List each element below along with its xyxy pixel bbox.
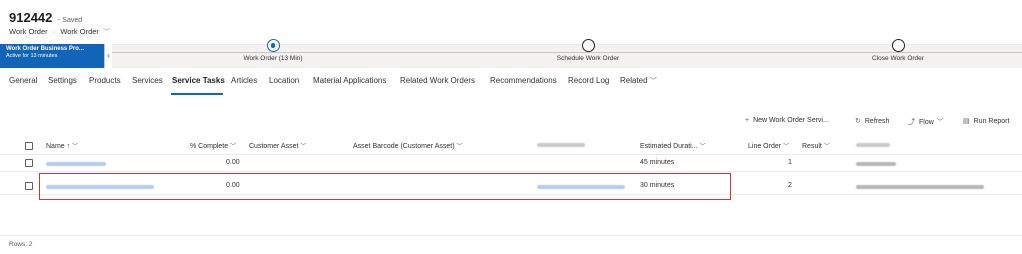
redacted-text [46, 162, 106, 166]
chevron-down-icon: ﹀ [230, 144, 237, 150]
column-label: Name ↑ [46, 143, 71, 150]
stage-label: Work Order (13 Min) [243, 55, 303, 62]
line-order-cell: 1 [788, 159, 792, 166]
column-header-result[interactable]: Result ﹀ [802, 141, 830, 150]
tab-service-tasks[interactable]: Service Tasks [172, 76, 225, 85]
grid-footer-divider [0, 235, 1022, 236]
plus-icon: + [745, 117, 750, 124]
redacted-text [856, 143, 890, 147]
tab-settings[interactable]: Settings [48, 76, 77, 85]
estimated-duration-cell: 45 minutes [640, 159, 675, 166]
select-all-checkbox[interactable] [25, 142, 33, 150]
tab-record-log[interactable]: Record Log [568, 76, 609, 85]
rows-count: Rows: 2 [9, 241, 33, 248]
chevron-down-icon[interactable]: ﹀ [103, 29, 110, 36]
redacted-text [856, 162, 896, 166]
flow-button[interactable]: ⤴ Flow ﹀ [908, 117, 944, 127]
chevron-down-icon: ﹀ [72, 144, 79, 150]
stage-active-icon [266, 39, 280, 52]
collapse-process-chevron-icon[interactable]: ‹ [104, 44, 112, 68]
tab-services[interactable]: Services [132, 76, 163, 85]
active-process-flyout[interactable]: Work Order Business Pro... Active for 13… [0, 44, 104, 68]
form-tabs: General Settings Products Services Servi… [0, 72, 1022, 96]
percent-complete-cell: 0.00 [226, 159, 240, 166]
table-row[interactable]: 0.00 45 minutes 1 [0, 155, 1022, 172]
column-header-estimated-duration[interactable]: Estimated Durati... ﹀ [640, 141, 706, 150]
stage-work-order[interactable]: Work Order (13 Min) [230, 39, 316, 62]
refresh-icon: ↻ [855, 118, 861, 125]
stage-pending-icon [891, 39, 905, 52]
subgrid-command-bar: + New Work Order Servi... ↻ Refresh ⤴ Flow ﹀… [745, 114, 1022, 130]
description-cell [856, 161, 896, 168]
row-checkbox[interactable] [25, 182, 33, 190]
stage-pending-icon [581, 39, 595, 52]
redacted-text [856, 185, 984, 189]
tab-related-work-orders[interactable]: Related Work Orders [400, 76, 475, 85]
column-header-asset-barcode[interactable]: Asset Barcode (Customer Asset) ﹀ [353, 141, 463, 150]
save-status: - Saved [58, 17, 83, 24]
chevron-down-icon: ﹀ [300, 144, 307, 150]
stage-close-work-order[interactable]: Close Work Order [858, 39, 938, 62]
tab-general[interactable]: General [9, 76, 37, 85]
tab-recommendations[interactable]: Recommendations [490, 76, 557, 85]
task-name-link[interactable] [46, 161, 106, 168]
tab-related-label: Related [620, 76, 648, 85]
column-header-line-order[interactable]: Line Order ﹀ [748, 141, 789, 150]
new-service-task-button[interactable]: + New Work Order Servi... [745, 117, 829, 124]
active-tab-indicator [171, 93, 223, 95]
record-header: 912442 - Saved Work Order · Work Order ﹀ [0, 0, 1022, 44]
tab-material-applications[interactable]: Material Applications [313, 76, 386, 85]
new-button-label: New Work Order Servi... [753, 117, 829, 124]
redacted-text [537, 143, 585, 147]
chevron-down-icon: ﹀ [649, 78, 657, 85]
record-id: 912442 [9, 10, 53, 25]
chevron-down-icon: ﹀ [456, 144, 463, 150]
run-report-label: Run Report [973, 118, 1010, 125]
chevron-down-icon: ﹀ [936, 119, 944, 126]
form-selector[interactable]: Work Order [60, 27, 99, 36]
run-report-button[interactable]: ▤ Run Report [963, 117, 1009, 125]
tab-location[interactable]: Location [269, 76, 299, 85]
column-header-percent-complete[interactable]: % Complete ﹀ [190, 141, 236, 150]
highlight-annotation-box [39, 173, 731, 200]
stage-schedule-work-order[interactable]: Schedule Work Order [540, 39, 636, 62]
active-process-duration: Active for 13 minutes [6, 53, 58, 59]
chevron-down-icon: ﹀ [699, 144, 706, 150]
flow-label: Flow [919, 119, 934, 126]
active-process-name: Work Order Business Pro... [6, 46, 84, 52]
stage-label: Close Work Order [872, 55, 924, 62]
description-cell [856, 184, 984, 191]
breadcrumb: Work Order · Work Order ﹀ [9, 27, 110, 37]
tab-articles[interactable]: Articles [231, 76, 257, 85]
column-label: Result [802, 143, 822, 150]
column-label: % Complete [190, 143, 229, 150]
row-checkbox[interactable] [25, 159, 33, 167]
column-label: Customer Asset [249, 143, 299, 150]
report-icon: ▤ [963, 118, 970, 125]
column-header-name[interactable]: Name ↑ ﹀ [46, 141, 78, 150]
line-order-cell: 2 [788, 182, 792, 189]
column-label: Estimated Durati... [640, 143, 698, 150]
tab-related[interactable]: Related ﹀ [620, 76, 657, 86]
refresh-button[interactable]: ↻ Refresh [855, 117, 889, 125]
record-title: 912442 - Saved [9, 10, 82, 25]
chevron-down-icon: ﹀ [823, 144, 830, 150]
grid-header: Name ↑ ﹀ % Complete ﹀ Customer Asset ﹀ Asse… [0, 137, 1022, 155]
column-label: Line Order [748, 143, 782, 150]
flow-icon: ⤴ [908, 119, 915, 126]
column-header-customer-asset[interactable]: Customer Asset ﹀ [249, 141, 306, 150]
stage-label: Schedule Work Order [556, 55, 620, 62]
column-label: Asset Barcode (Customer Asset) [353, 143, 455, 150]
tab-products[interactable]: Products [89, 76, 121, 85]
chevron-down-icon: ﹀ [783, 144, 790, 150]
entity-name: Work Order [9, 27, 48, 36]
refresh-label: Refresh [864, 118, 890, 125]
breadcrumb-separator: · [52, 27, 56, 36]
